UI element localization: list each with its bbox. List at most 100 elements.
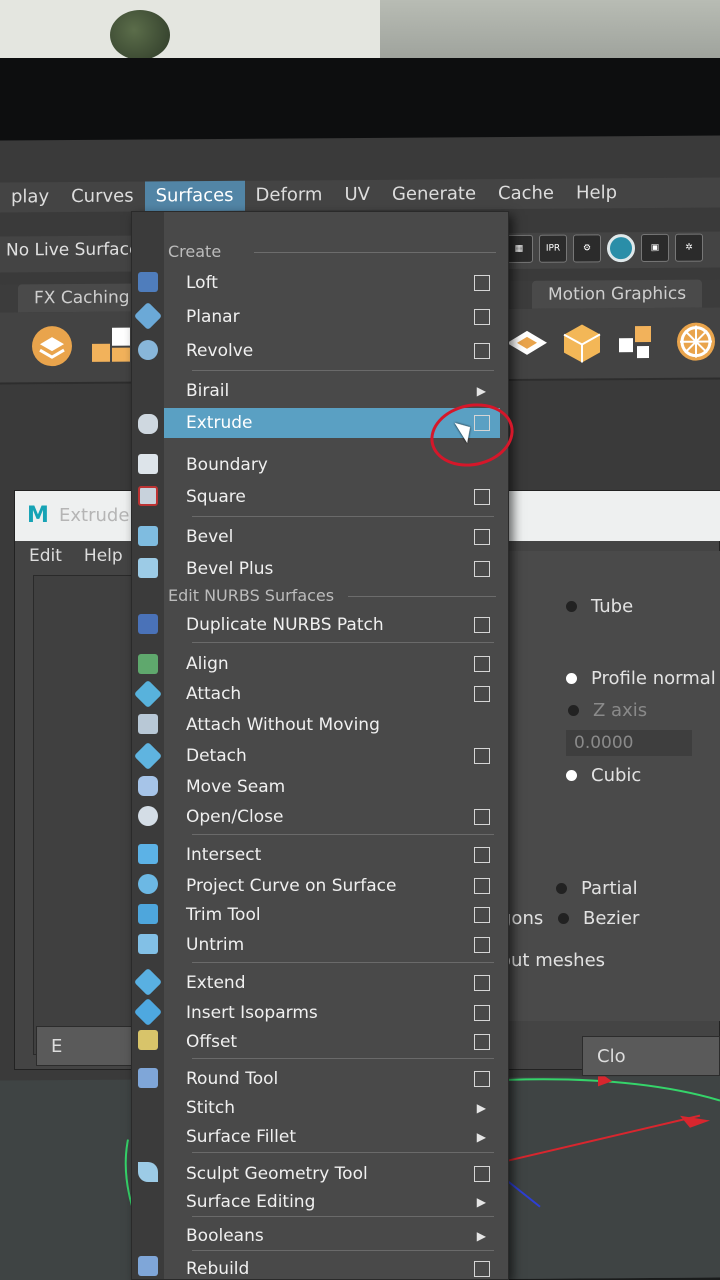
- render-settings-icon[interactable]: ⚙: [573, 234, 601, 263]
- open-close-icon: [138, 806, 158, 826]
- option-box[interactable]: [474, 656, 490, 672]
- menu-deform[interactable]: Deform: [245, 180, 334, 211]
- menu-item-birail[interactable]: Birail ▶: [164, 376, 500, 406]
- ipr-render-icon[interactable]: IPR: [539, 234, 567, 263]
- render-view-icon[interactable]: ▣: [641, 233, 669, 263]
- menu-display[interactable]: play: [0, 182, 60, 212]
- plant: [110, 10, 170, 60]
- menu-item-label: Trim Tool: [186, 905, 261, 925]
- menu-surfaces[interactable]: Surfaces: [144, 180, 245, 212]
- menu-item-detach[interactable]: Detach: [164, 741, 500, 771]
- radio-label: Profile normal: [591, 668, 716, 689]
- menu-uv[interactable]: UV: [333, 180, 381, 210]
- live-surface-field[interactable]: No Live Surface: [6, 240, 139, 261]
- light-editor-icon[interactable]: ✲: [675, 233, 703, 262]
- option-box[interactable]: [474, 343, 490, 359]
- menu-item-bevel-plus[interactable]: Bevel Plus: [164, 554, 500, 584]
- radio-dot: [566, 601, 577, 612]
- menu-edit[interactable]: Edit: [29, 541, 62, 571]
- radio-partial[interactable]: Partial: [556, 878, 638, 899]
- radio-z-axis[interactable]: Z axis: [568, 700, 647, 721]
- option-box[interactable]: [474, 1166, 490, 1182]
- close-button[interactable]: Clo: [582, 1036, 720, 1076]
- shelf-wheel-icon[interactable]: [674, 320, 718, 364]
- menu-help[interactable]: Help: [565, 178, 628, 208]
- menu-item-label: Bevel: [186, 527, 234, 547]
- menu-item-trim-tool[interactable]: Trim Tool: [164, 900, 500, 930]
- menu-item-intersect[interactable]: Intersect: [164, 840, 500, 870]
- menu-item-duplicate-nurbs-patch[interactable]: Duplicate NURBS Patch: [164, 610, 500, 640]
- option-box[interactable]: [474, 748, 490, 764]
- tab-fx-caching[interactable]: FX Caching: [18, 283, 146, 313]
- menu-item-untrim[interactable]: Untrim: [164, 930, 500, 960]
- radio-bezier[interactable]: Bezier: [558, 908, 639, 929]
- menu-item-planar[interactable]: Planar: [164, 302, 500, 332]
- option-box[interactable]: [474, 686, 490, 702]
- shelf-cube-icon[interactable]: [560, 320, 604, 364]
- menu-item-revolve[interactable]: Revolve: [164, 336, 500, 366]
- separator: [192, 516, 494, 517]
- hypershade-icon[interactable]: [607, 234, 635, 263]
- offset-icon: [138, 1030, 158, 1050]
- option-box[interactable]: [474, 617, 490, 633]
- option-box[interactable]: [474, 275, 490, 291]
- intersect-icon: [138, 844, 158, 864]
- label-out-meshes: out meshes: [500, 950, 606, 971]
- shelf-grid-icon[interactable]: [90, 324, 134, 368]
- menu-curves[interactable]: Curves: [60, 182, 144, 213]
- menu-item-loft[interactable]: Loft: [164, 268, 500, 298]
- tab-motion-graphics[interactable]: Motion Graphics: [532, 279, 703, 309]
- option-box[interactable]: [474, 1005, 490, 1021]
- menu-help[interactable]: Help: [84, 541, 123, 571]
- menu-item-label: Sculpt Geometry Tool: [186, 1164, 368, 1184]
- shelf-scatter-icon[interactable]: [615, 320, 659, 364]
- separator: [192, 1216, 494, 1217]
- menu-item-rebuild[interactable]: Rebuild: [164, 1254, 500, 1280]
- menu-item-insert-isoparms[interactable]: Insert Isoparms: [164, 998, 500, 1028]
- option-box[interactable]: [474, 907, 490, 923]
- separator: [192, 1250, 494, 1251]
- option-box[interactable]: [474, 847, 490, 863]
- menu-item-round-tool[interactable]: Round Tool: [164, 1064, 500, 1094]
- menu-item-offset[interactable]: Offset: [164, 1027, 500, 1057]
- option-box[interactable]: [474, 937, 490, 953]
- radio-tube[interactable]: Tube: [566, 596, 633, 617]
- option-box[interactable]: [474, 489, 490, 505]
- menu-item-open-close[interactable]: Open/Close: [164, 802, 500, 832]
- option-box[interactable]: [474, 561, 490, 577]
- project-curve-icon: [138, 874, 158, 894]
- option-box[interactable]: [474, 1071, 490, 1087]
- menu-item-surface-editing[interactable]: Surface Editing ▶: [164, 1187, 500, 1217]
- radio-profile-normal[interactable]: Profile normal: [566, 668, 716, 689]
- menu-item-surface-fillet[interactable]: Surface Fillet ▶: [164, 1122, 500, 1152]
- render-frame-icon[interactable]: ▦: [505, 234, 533, 263]
- option-box[interactable]: [474, 309, 490, 325]
- menu-item-project-curve-on-surface[interactable]: Project Curve on Surface: [164, 871, 500, 901]
- menu-item-attach[interactable]: Attach: [164, 679, 500, 709]
- option-box[interactable]: [474, 1034, 490, 1050]
- option-box[interactable]: [474, 809, 490, 825]
- menu-item-move-seam[interactable]: Move Seam: [164, 772, 500, 802]
- menu-cache[interactable]: Cache: [487, 179, 565, 210]
- menu-item-sculpt-geometry-tool[interactable]: Sculpt Geometry Tool: [164, 1159, 500, 1189]
- menu-item-stitch[interactable]: Stitch ▶: [164, 1093, 500, 1123]
- menu-item-label: Revolve: [186, 341, 254, 361]
- radio-dot: [556, 883, 567, 894]
- option-box[interactable]: [474, 529, 490, 545]
- shelf-layers-icon[interactable]: [30, 324, 74, 368]
- menu-item-square[interactable]: Square: [164, 482, 500, 512]
- option-box[interactable]: [474, 975, 490, 991]
- option-box[interactable]: [474, 1261, 490, 1277]
- surfaces-menu: Create Loft Planar Revolve Birail ▶ Extru…: [131, 211, 509, 1280]
- menu-generate[interactable]: Generate: [381, 179, 487, 210]
- shelf-tiles-icon[interactable]: [505, 321, 549, 365]
- radio-cubic[interactable]: Cubic: [566, 765, 641, 786]
- menu-item-bevel[interactable]: Bevel: [164, 522, 500, 552]
- menu-item-booleans[interactable]: Booleans ▶: [164, 1221, 500, 1251]
- value-field[interactable]: 0.0000: [566, 730, 692, 756]
- menu-item-label: Intersect: [186, 845, 262, 865]
- option-box[interactable]: [474, 878, 490, 894]
- menu-item-extend[interactable]: Extend: [164, 968, 500, 998]
- menu-item-align[interactable]: Align: [164, 649, 500, 679]
- menu-item-attach-without-moving[interactable]: Attach Without Moving: [164, 710, 500, 740]
